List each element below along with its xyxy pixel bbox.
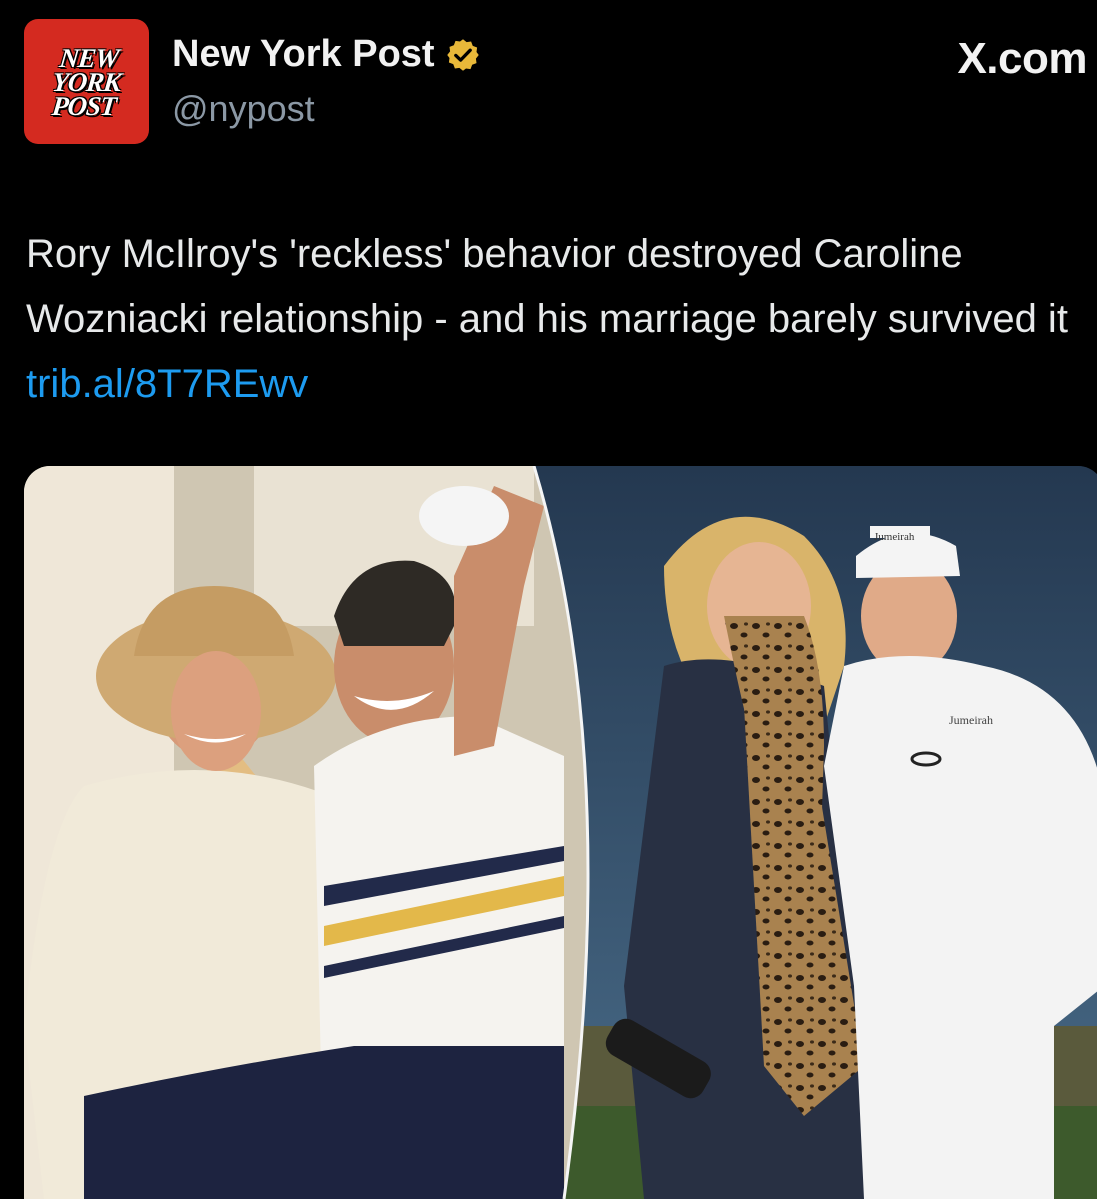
shirt-logo-text: Jumeirah: [949, 713, 993, 727]
avatar[interactable]: NEW YORK POST: [24, 19, 149, 144]
logo-line-2: YORK: [50, 66, 123, 97]
tweet-text: Rory McIlroy's 'reckless' behavior destr…: [26, 222, 1096, 417]
tweet-body: Rory McIlroy's 'reckless' behavior destr…: [26, 232, 1068, 341]
nypost-logo: NEW YORK POST: [24, 19, 149, 144]
gold-verified-badge-icon: [446, 38, 479, 71]
tweet-link[interactable]: trib.al/8T7REwv: [26, 362, 308, 406]
media-photo-collage: Jumeirah Jumeirah: [24, 466, 1097, 1199]
source-label: X.com: [957, 34, 1087, 83]
logo-line-3: POST: [50, 90, 118, 121]
right-photo: Jumeirah Jumeirah: [524, 466, 1097, 1199]
handle[interactable]: @nypost: [172, 88, 315, 130]
display-name-row[interactable]: New York Post: [172, 33, 481, 76]
tweet-media[interactable]: Jumeirah Jumeirah: [24, 466, 1097, 1199]
left-photo: [24, 466, 588, 1199]
cap-logo-text: Jumeirah: [874, 531, 915, 543]
logo-line-1: NEW: [58, 42, 120, 73]
display-name[interactable]: New York Post: [172, 33, 435, 76]
